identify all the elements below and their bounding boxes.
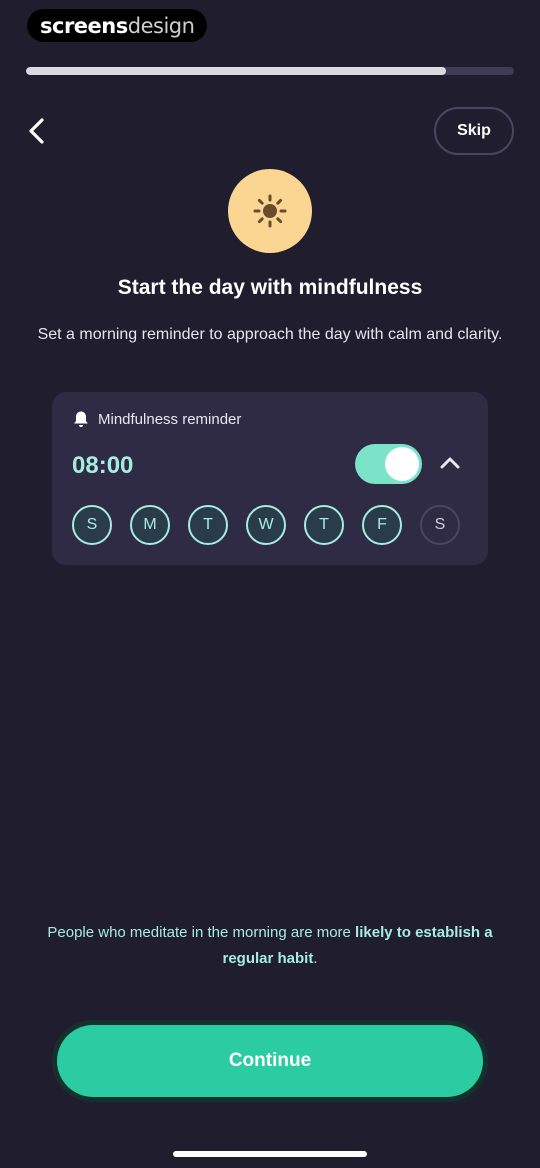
day-wednesday[interactable]: W <box>246 505 286 545</box>
reminder-header: Mindfulness reminder <box>72 410 241 428</box>
day-saturday[interactable]: S <box>420 505 460 545</box>
day-friday[interactable]: F <box>362 505 402 545</box>
bell-icon <box>74 411 88 427</box>
continue-button[interactable]: Continue <box>57 1025 483 1097</box>
chevron-up-icon <box>440 457 460 469</box>
watermark-part1: screens <box>40 13 128 38</box>
day-sunday[interactable]: S <box>72 505 112 545</box>
reminder-card: Mindfulness reminder 08:00 S M T W T F S <box>52 392 488 565</box>
progress-bar-fill <box>26 67 446 75</box>
day-tuesday[interactable]: T <box>188 505 228 545</box>
home-indicator <box>173 1151 367 1157</box>
progress-bar <box>26 67 514 75</box>
page-subtitle: Set a morning reminder to approach the d… <box>37 326 503 343</box>
tip-text: People who meditate in the morning are m… <box>40 920 500 972</box>
reminder-time[interactable]: 08:00 <box>72 452 133 480</box>
tip-text-before: People who meditate in the morning are m… <box>47 924 356 941</box>
reminder-label: Mindfulness reminder <box>98 410 242 428</box>
day-monday[interactable]: M <box>130 505 170 545</box>
screensdesign-watermark: screens design <box>27 9 208 42</box>
continue-button-outline: Continue <box>52 1020 488 1102</box>
chevron-left-icon <box>29 118 44 144</box>
back-button[interactable] <box>20 113 52 149</box>
tip-text-after: . <box>313 950 318 967</box>
weekday-selector: S M T W T F S <box>72 505 478 545</box>
page-title: Start the day with mindfulness <box>117 276 423 299</box>
day-thursday[interactable]: T <box>304 505 344 545</box>
skip-button[interactable]: Skip <box>434 107 514 155</box>
sun-icon <box>253 194 287 228</box>
sun-icon-badge <box>228 169 312 253</box>
collapse-button[interactable] <box>435 448 465 478</box>
watermark-part2: design <box>127 13 195 38</box>
reminder-toggle[interactable] <box>355 444 422 484</box>
toggle-knob <box>385 447 419 481</box>
